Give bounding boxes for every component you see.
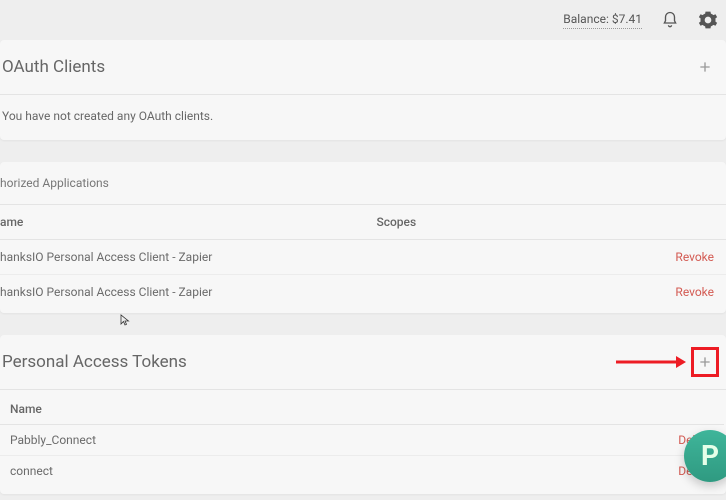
revoke-button[interactable]: Revoke [675,285,724,299]
token-row: connect Delete [0,456,724,486]
authorized-apps-header: horized Applications [0,162,726,205]
add-personal-access-token-button[interactable] [694,349,716,375]
authorized-apps-card: horized Applications ame Scopes hanksIO … [0,162,726,313]
authorized-app-name: hanksIO Personal Access Client - Zapier [0,285,376,299]
authorized-app-row: hanksIO Personal Access Client - Zapier … [0,275,726,309]
oauth-clients-body: You have not created any OAuth clients. [0,95,726,140]
plus-icon [697,354,713,370]
highlight-arrow-annotation [616,355,686,369]
oauth-clients-card: OAuth Clients You have not created any O… [0,40,726,140]
balance-display: Balance: $7.41 [563,12,642,29]
authorized-app-name: hanksIO Personal Access Client - Zapier [0,250,376,264]
personal-access-tokens-title: Personal Access Tokens [2,352,187,372]
token-name: connect [10,464,380,478]
column-name: Name [10,402,380,416]
notifications-icon[interactable] [660,10,680,30]
token-row: Pabbly_Connect Delete [0,425,724,456]
personal-access-tokens-card: Personal Access Tokens Name [0,335,726,494]
topbar: Balance: $7.41 [0,0,726,40]
add-oauth-client-button[interactable] [694,54,716,80]
authorized-app-row: hanksIO Personal Access Client - Zapier … [0,240,726,275]
revoke-button[interactable]: Revoke [675,250,724,264]
authorized-apps-columns: ame Scopes [0,205,726,240]
oauth-clients-header: OAuth Clients [0,40,726,95]
authorized-apps-title: horized Applications [0,176,109,190]
personal-access-tokens-header: Personal Access Tokens [0,335,726,390]
token-name: Pabbly_Connect [10,433,380,447]
column-name: ame [0,215,376,229]
settings-gear-icon[interactable] [698,10,718,30]
tokens-columns: Name [0,394,724,425]
column-scopes: Scopes [376,215,724,229]
oauth-clients-title: OAuth Clients [2,57,105,77]
oauth-empty-text: You have not created any OAuth clients. [2,109,213,123]
chat-widget-label: P [701,442,719,470]
